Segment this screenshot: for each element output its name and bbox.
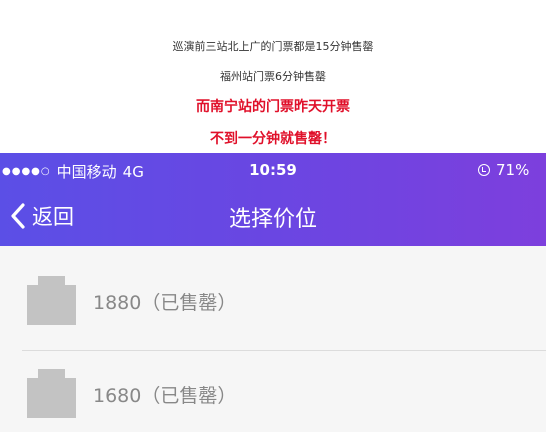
status-bar: ●●●●○ 中国移动 4G 10:59 71% (0, 153, 546, 191)
ticket-box-icon (27, 369, 76, 418)
page-title: 选择价位 (228, 207, 317, 232)
caption-line-1: 巡演前三站北上广的门票都是15分钟售罄 (172, 40, 374, 53)
battery-level: 71% (496, 161, 530, 179)
phone-screenshot: ●●●●○ 中国移动 4G 10:59 71% 返回 选择价位 1880（已售罄… (0, 153, 546, 432)
status-right: 71% (478, 161, 529, 179)
caption-line-2: 福州站门票6分钟售罄 (220, 70, 326, 83)
price-option-1880[interactable]: 1880（已售罄） (0, 261, 546, 341)
price-option-label: 1880（已售罄） (93, 292, 237, 314)
app-header: ●●●●○ 中国移动 4G 10:59 71% 返回 选择价位 (0, 153, 546, 246)
list-divider (22, 350, 546, 351)
caption-line-4: 不到一分钟就售罄！ (210, 131, 336, 147)
price-list: 1880（已售罄） 1680（已售罄） (0, 246, 546, 432)
ticket-box-icon (27, 276, 76, 325)
price-option-label: 1680（已售罄） (93, 385, 237, 407)
status-time: 10:59 (249, 161, 297, 179)
nav-bar: 返回 选择价位 (0, 191, 546, 246)
rotation-lock-icon (478, 164, 490, 176)
price-option-1680[interactable]: 1680（已售罄） (0, 354, 546, 432)
caption-line-3: 而南宁站的门票昨天开票 (196, 99, 350, 115)
